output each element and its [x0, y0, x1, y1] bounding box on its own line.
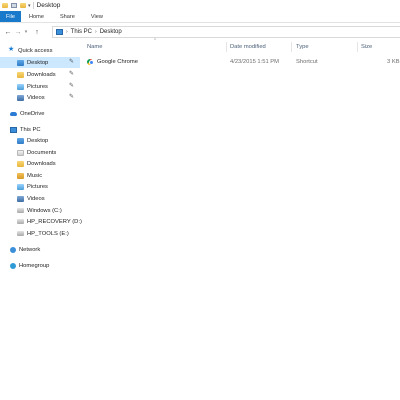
nav-quick-downloads[interactable]: Downloads ✎ [0, 69, 80, 80]
navigation-row: ← → ▾ ↑ › This PC › Desktop [0, 25, 400, 39]
desktop-folder-icon [17, 59, 24, 66]
nav-pc-pictures[interactable]: Pictures [17, 181, 80, 192]
nav-label: Pictures [27, 83, 48, 90]
column-divider[interactable] [357, 42, 358, 52]
folder-icon[interactable] [2, 3, 8, 8]
drive-icon [17, 231, 24, 236]
nav-network[interactable]: Network [10, 244, 80, 255]
downloads-folder-icon [17, 160, 24, 167]
column-header-name[interactable]: Name [87, 40, 102, 54]
file-name: Google Chrome [97, 58, 138, 65]
nav-pc-downloads[interactable]: Downloads [17, 158, 80, 169]
nav-label: HP_TOOLS (E:) [27, 230, 69, 237]
file-list: ⌃ Name Date modified Type Size Google Ch… [80, 38, 400, 400]
pictures-folder-icon [17, 83, 24, 90]
desktop-folder-icon [17, 137, 24, 144]
back-arrow-icon[interactable]: ← [3, 26, 13, 38]
tab-view[interactable]: View [83, 11, 111, 22]
pin-icon[interactable]: ✎ [69, 71, 75, 78]
file-row[interactable]: Google Chrome 4/23/2015 1:51 PM Shortcut… [80, 56, 400, 67]
up-arrow-icon[interactable]: ↑ [32, 26, 42, 38]
nav-label: HP_RECOVERY (D:) [27, 218, 82, 225]
nav-label: Videos [27, 94, 45, 101]
new-folder-icon[interactable] [20, 3, 26, 8]
chevron-right-icon[interactable]: › [66, 29, 68, 35]
forward-arrow-icon[interactable]: → [13, 26, 23, 38]
chevron-right-icon[interactable]: › [95, 29, 97, 35]
ribbon-tabs: File Home Share View [0, 11, 400, 23]
star-icon: ★ [8, 46, 15, 53]
column-header-size[interactable]: Size [361, 40, 372, 54]
nav-pc-hp-recovery-d[interactable]: HP_RECOVERY (D:) [17, 216, 82, 227]
nav-quick-desktop[interactable]: Desktop ✎ [0, 57, 80, 68]
nav-quick-access[interactable]: ★ Quick access [8, 45, 80, 56]
chrome-icon [87, 58, 94, 65]
file-type: Shortcut [296, 58, 318, 65]
properties-icon[interactable] [11, 3, 17, 8]
breadcrumb-desktop[interactable]: Desktop [100, 29, 122, 35]
nav-label: Desktop [27, 137, 49, 144]
nav-this-pc[interactable]: This PC [10, 124, 80, 135]
column-header-type[interactable]: Type [296, 40, 309, 54]
nav-label: Quick access [18, 47, 53, 54]
tab-share[interactable]: Share [52, 11, 83, 22]
videos-folder-icon [17, 94, 24, 101]
nav-onedrive[interactable]: OneDrive [10, 108, 80, 119]
navigation-pane: ★ Quick access Desktop ✎ Downloads ✎ Pic… [0, 40, 82, 400]
window-title: Desktop [36, 2, 61, 9]
nav-label: Downloads [27, 160, 56, 167]
nav-pc-music[interactable]: Music [17, 170, 80, 181]
this-pc-icon [56, 29, 63, 35]
cloud-icon [10, 111, 17, 116]
nav-pc-documents[interactable]: Documents [17, 147, 80, 158]
nav-label: Documents [27, 149, 57, 156]
pin-icon[interactable]: ✎ [69, 94, 75, 101]
nav-label: This PC [20, 126, 41, 133]
computer-icon [10, 126, 17, 133]
nav-label: Desktop [27, 59, 49, 66]
downloads-folder-icon [17, 71, 24, 78]
nav-pc-hp-tools-e[interactable]: HP_TOOLS (E:) [17, 228, 80, 239]
nav-label: Pictures [27, 183, 48, 190]
nav-label: OneDrive [20, 110, 45, 117]
documents-folder-icon [17, 149, 24, 156]
nav-quick-videos[interactable]: Videos ✎ [0, 92, 80, 103]
nav-label: Windows (C:) [27, 207, 62, 214]
file-date: 4/23/2015 1:51 PM [230, 58, 279, 65]
nav-label: Network [19, 246, 41, 253]
column-header-date[interactable]: Date modified [230, 40, 266, 54]
sort-ascending-icon: ⌃ [153, 38, 158, 44]
nav-quick-pictures[interactable]: Pictures ✎ [0, 81, 80, 92]
nav-homegroup[interactable]: Homegroup [10, 260, 80, 271]
nav-pc-windows-c[interactable]: Windows (C:) [17, 205, 80, 216]
nav-label: Music [27, 172, 43, 179]
nav-label: Downloads [27, 71, 56, 78]
homegroup-icon [10, 262, 16, 269]
nav-pc-videos[interactable]: Videos [17, 193, 80, 204]
tab-home[interactable]: Home [21, 11, 52, 22]
file-size: 3 KB [387, 58, 400, 65]
network-icon [10, 246, 16, 253]
nav-label: Homegroup [19, 262, 50, 269]
pictures-folder-icon [17, 183, 24, 190]
drive-icon [17, 219, 24, 224]
title-bar: ▾ Desktop [0, 0, 400, 11]
music-folder-icon [17, 172, 24, 179]
column-divider[interactable] [226, 42, 227, 52]
file-name-cell[interactable]: Google Chrome [87, 56, 138, 67]
nav-pc-desktop[interactable]: Desktop [17, 135, 80, 146]
quick-access-dropdown-icon[interactable]: ▾ [28, 3, 31, 9]
title-separator [32, 2, 34, 9]
breadcrumb-this-pc[interactable]: This PC [71, 29, 92, 35]
address-bar[interactable]: › This PC › Desktop [52, 26, 400, 38]
recent-locations-icon[interactable]: ▾ [23, 26, 29, 38]
videos-folder-icon [17, 195, 24, 202]
pin-icon[interactable]: ✎ [69, 83, 75, 90]
windows-drive-icon [17, 208, 24, 213]
column-divider[interactable] [291, 42, 292, 52]
pin-icon[interactable]: ✎ [69, 59, 75, 66]
tab-file[interactable]: File [0, 11, 22, 22]
nav-label: Videos [27, 195, 45, 202]
